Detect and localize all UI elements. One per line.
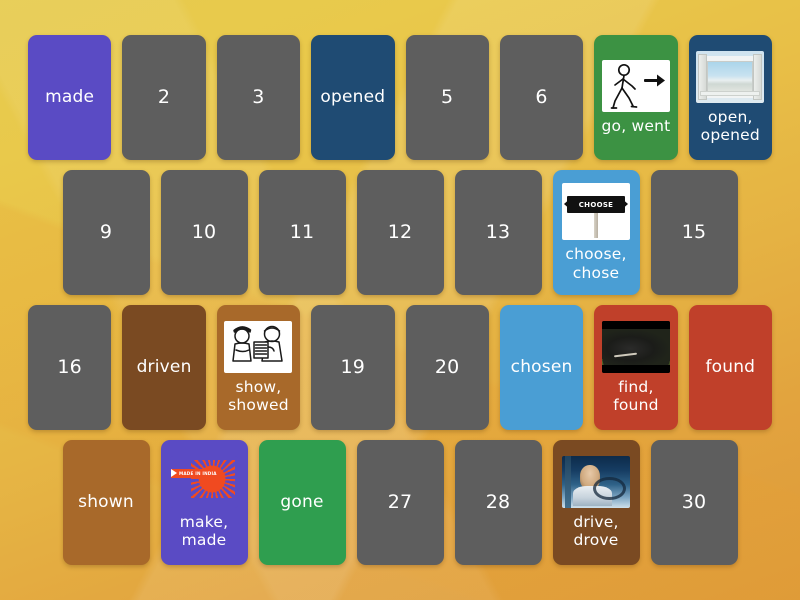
card[interactable]: 30	[650, 440, 738, 565]
card-label: open, opened	[700, 107, 760, 144]
card[interactable]: 19	[311, 305, 395, 430]
card-label: 16	[57, 356, 82, 379]
card-label: 20	[434, 356, 460, 379]
card-label: 3	[252, 86, 265, 109]
card[interactable]: 16	[28, 305, 112, 430]
card-label: driven	[136, 357, 192, 378]
made-in-india-text: MADE IN INDIA	[179, 470, 217, 476]
card[interactable]: MADE IN INDIA make, made	[160, 440, 248, 565]
walking-person-icon	[601, 59, 670, 112]
card[interactable]: 15	[650, 170, 738, 295]
card-label: choose, chose	[565, 245, 627, 282]
card-row: 16 driven show, showed 19 20 chosen find, foun…	[28, 305, 772, 430]
card[interactable]: go, went	[594, 35, 678, 160]
card-label: show, showed	[228, 377, 289, 414]
card[interactable]: made	[28, 35, 112, 160]
card[interactable]: shown	[62, 440, 150, 565]
card-label: 11	[289, 221, 315, 244]
card-label: found	[705, 357, 756, 378]
card-label: drive, drove	[573, 512, 619, 549]
card-label: 12	[387, 221, 413, 244]
card-label: make, made	[179, 512, 229, 549]
card-label: chosen	[510, 357, 573, 378]
card[interactable]: drive, drove	[552, 440, 640, 565]
two-people-showing-picture-drawing	[224, 320, 293, 373]
card-row: shown MADE IN INDIA make, made gone 27 28 driv…	[28, 440, 772, 565]
card[interactable]: found	[688, 305, 772, 430]
card[interactable]: 10	[160, 170, 248, 295]
card[interactable]: 27	[356, 440, 444, 565]
made-in-india-lion-logo: MADE IN INDIA	[170, 455, 238, 508]
card-label: 9	[99, 221, 113, 244]
choose-sign-text: CHOOSE	[577, 200, 615, 209]
card[interactable]: 2	[122, 35, 206, 160]
card-label: opened	[320, 87, 386, 108]
card-label: 2	[157, 86, 171, 109]
card[interactable]: 9	[62, 170, 150, 295]
card[interactable]: gone	[258, 440, 346, 565]
card-label: 30	[681, 491, 707, 514]
card[interactable]: open, opened	[688, 35, 772, 160]
person-driving-car-photo	[562, 455, 630, 508]
card[interactable]: 6	[499, 35, 584, 160]
hands-searching-grass-photo	[601, 320, 670, 373]
card[interactable]: CHOOSE choose, chose	[552, 170, 640, 295]
open-window-beach-photo	[696, 50, 765, 103]
choose-road-sign: CHOOSE	[562, 183, 630, 241]
card-label: 10	[191, 221, 217, 244]
card[interactable]: driven	[122, 305, 206, 430]
card[interactable]: 11	[258, 170, 346, 295]
card[interactable]: 28	[454, 440, 542, 565]
card-label: 19	[340, 356, 366, 379]
card-label: made	[45, 87, 95, 108]
card-grid: made 2 3 opened 5 6 go, went open, opened 9 10 11 1…	[0, 0, 800, 600]
card[interactable]: opened	[311, 35, 395, 160]
card-label: shown	[78, 492, 134, 513]
card-label: 13	[485, 221, 511, 244]
card-label: 27	[387, 491, 413, 514]
card-label: go, went	[601, 116, 671, 135]
card-label: 6	[535, 86, 548, 109]
card-label: gone	[280, 492, 324, 513]
card[interactable]: chosen	[499, 305, 584, 430]
card-label: 28	[485, 491, 511, 514]
card[interactable]: 13	[454, 170, 542, 295]
card[interactable]: 5	[405, 35, 489, 160]
card[interactable]: 20	[405, 305, 489, 430]
card-label: find, found	[613, 377, 659, 414]
card[interactable]: 12	[356, 170, 444, 295]
card-label: 5	[441, 86, 454, 109]
card-label: 15	[681, 221, 707, 244]
card[interactable]: show, showed	[216, 305, 301, 430]
card-row: made 2 3 opened 5 6 go, went open, opened	[28, 35, 772, 160]
card[interactable]: 3	[216, 35, 301, 160]
card-row: 9 10 11 12 13 CHOOSE choose, chose 15	[28, 170, 772, 295]
card[interactable]: find, found	[594, 305, 678, 430]
